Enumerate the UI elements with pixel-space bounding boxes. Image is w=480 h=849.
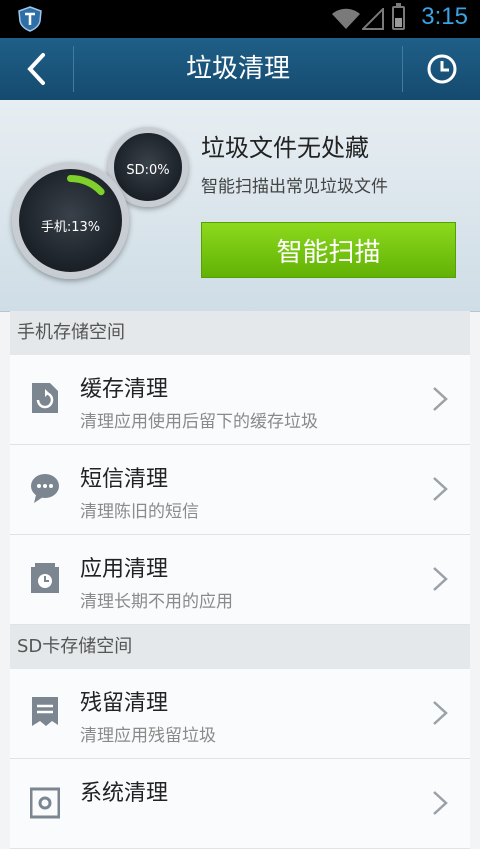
scan-panel: SD:0% 手机:13% 垃圾文件无处藏 智能扫描出常见垃圾文件 智能扫描 bbox=[0, 100, 480, 312]
item-title: 应用清理 bbox=[80, 557, 169, 582]
list-item-app-clean[interactable]: 应用清理 清理长期不用的应用 bbox=[10, 535, 470, 625]
item-title: 缓存清理 bbox=[80, 377, 169, 402]
title-bar: 垃圾清理 bbox=[0, 38, 480, 100]
history-button[interactable] bbox=[403, 38, 480, 100]
clock-history-icon bbox=[427, 54, 456, 84]
list-item-cache-clean[interactable]: 缓存清理 清理应用使用后留下的缓存垃圾 bbox=[10, 355, 470, 445]
chevron-right-icon bbox=[433, 477, 448, 501]
item-subtitle: 清理陈旧的短信 bbox=[80, 502, 199, 522]
wifi-icon bbox=[332, 8, 360, 29]
list-item-residual-clean[interactable]: 残留清理 清理应用残留垃圾 bbox=[10, 669, 470, 759]
chevron-right-icon bbox=[433, 791, 448, 815]
item-title: 系统清理 bbox=[80, 781, 169, 806]
status-bar: 3:15 bbox=[0, 0, 480, 38]
chevron-right-icon bbox=[433, 387, 448, 411]
chat-bubble-icon bbox=[31, 474, 59, 503]
app-box-icon bbox=[31, 563, 59, 593]
item-subtitle: 清理应用残留垃圾 bbox=[80, 726, 216, 746]
section-header-sd: SD卡存储空间 bbox=[10, 625, 470, 669]
residual-doc-icon bbox=[32, 697, 58, 726]
status-clock: 3:15 bbox=[421, 3, 468, 30]
smart-scan-button[interactable]: 智能扫描 bbox=[201, 222, 456, 278]
section-header-phone: 手机存储空间 bbox=[10, 311, 470, 355]
list-item-system-clean[interactable]: 系统清理 bbox=[10, 759, 470, 849]
system-gear-icon bbox=[30, 787, 60, 819]
battery-icon bbox=[392, 3, 405, 30]
shield-icon bbox=[18, 6, 42, 32]
cache-refresh-icon bbox=[32, 383, 58, 413]
page-title: 垃圾清理 bbox=[185, 54, 290, 84]
hero-title: 垃圾文件无处藏 bbox=[201, 134, 369, 162]
list-item-sms-clean[interactable]: 短信清理 清理陈旧的短信 bbox=[10, 445, 470, 535]
chevron-right-icon bbox=[433, 567, 448, 591]
signal-icon bbox=[362, 8, 384, 30]
item-title: 残留清理 bbox=[80, 691, 169, 716]
phone-storage-label: 手机:13% bbox=[40, 220, 101, 235]
item-subtitle: 清理长期不用的应用 bbox=[80, 592, 233, 612]
chevron-right-icon bbox=[433, 701, 448, 725]
item-subtitle: 清理应用使用后留下的缓存垃圾 bbox=[80, 412, 318, 432]
hero-subtitle: 智能扫描出常见垃圾文件 bbox=[201, 177, 388, 197]
cleanup-list: 手机存储空间 缓存清理 清理应用使用后留下的缓存垃圾 短信清理 清理陈旧的短信 … bbox=[10, 311, 470, 849]
item-title: 短信清理 bbox=[80, 467, 169, 492]
chevron-left-icon bbox=[27, 53, 45, 85]
back-button[interactable] bbox=[0, 38, 72, 100]
